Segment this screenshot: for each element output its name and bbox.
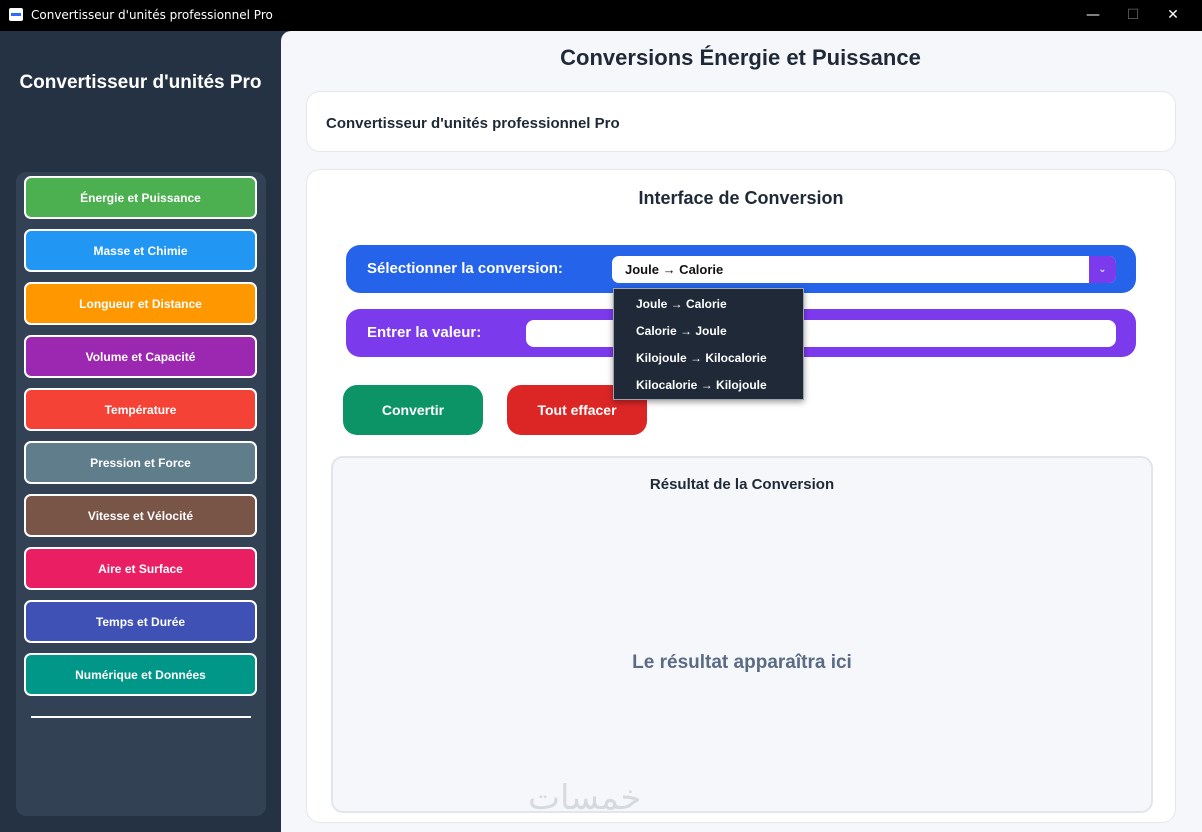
select-label: Sélectionner la conversion:	[367, 260, 563, 277]
window-title: Convertisseur d'unités professionnel Pro	[31, 8, 273, 22]
sidebar-item-energie[interactable]: Énergie et Puissance	[24, 176, 257, 219]
sidebar-divider	[31, 716, 251, 718]
dropdown-option[interactable]: Kilojoule → Kilocalorie	[636, 351, 767, 365]
result-title: Résultat de la Conversion	[649, 476, 835, 493]
sidebar-item-vitesse[interactable]: Vitesse et Vélocité	[24, 494, 257, 537]
app-icon	[9, 8, 23, 21]
dropdown-option[interactable]: Calorie → Joule	[636, 324, 727, 338]
result-placeholder: Le résultat apparaîtra ici	[632, 652, 852, 673]
page-title: Conversions Énergie et Puissance	[560, 45, 921, 70]
app-window: Convertisseur d'unités professionnel Pro…	[0, 0, 1202, 832]
header-card: Convertisseur d'unités professionnel Pro	[306, 91, 1176, 152]
chevron-down-icon[interactable]: ⌄	[1089, 256, 1116, 283]
interface-title: Interface de Conversion	[638, 188, 844, 208]
main-content: Conversions Énergie et Puissance Convert…	[281, 31, 1202, 832]
sidebar-item-longueur[interactable]: Longueur et Distance	[24, 282, 257, 325]
conversion-select-row: Sélectionner la conversion: Joule → Calo…	[346, 245, 1136, 293]
dropdown-option[interactable]: Kilocalorie → Kilojoule	[636, 378, 767, 392]
dropdown-option[interactable]: Joule → Calorie	[636, 297, 727, 311]
sidebar-nav-panel: Énergie et Puissance Masse et Chimie Lon…	[16, 172, 266, 816]
sidebar-item-volume[interactable]: Volume et Capacité	[24, 335, 257, 378]
result-panel: Résultat de la Conversion Le résultat ap…	[331, 456, 1153, 813]
conversion-select[interactable]: Joule → Calorie ⌄	[612, 256, 1116, 283]
select-value: Joule → Calorie	[625, 262, 724, 277]
conversion-dropdown-list: Joule → Calorie Calorie → Joule Kilojoul…	[613, 288, 804, 400]
close-button[interactable]: ✕	[1150, 0, 1196, 31]
input-label: Entrer la valeur:	[367, 324, 482, 341]
sidebar-item-masse[interactable]: Masse et Chimie	[24, 229, 257, 272]
convert-button[interactable]: Convertir	[343, 385, 483, 435]
sidebar-item-temperature[interactable]: Température	[24, 388, 257, 431]
sidebar-item-temps[interactable]: Temps et Durée	[24, 600, 257, 643]
sidebar: Convertisseur d'unités Pro Énergie et Pu…	[0, 31, 281, 832]
header-card-text: Convertisseur d'unités professionnel Pro	[326, 115, 620, 132]
title-bar: Convertisseur d'unités professionnel Pro…	[0, 0, 1202, 31]
sidebar-title: Convertisseur d'unités Pro	[19, 72, 262, 93]
sidebar-item-aire[interactable]: Aire et Surface	[24, 547, 257, 590]
conversion-interface-card: Interface de Conversion Sélectionner la …	[306, 169, 1176, 823]
sidebar-item-numerique[interactable]: Numérique et Données	[24, 653, 257, 696]
watermark-logo: خمسات	[528, 778, 642, 818]
sidebar-item-pression[interactable]: Pression et Force	[24, 441, 257, 484]
